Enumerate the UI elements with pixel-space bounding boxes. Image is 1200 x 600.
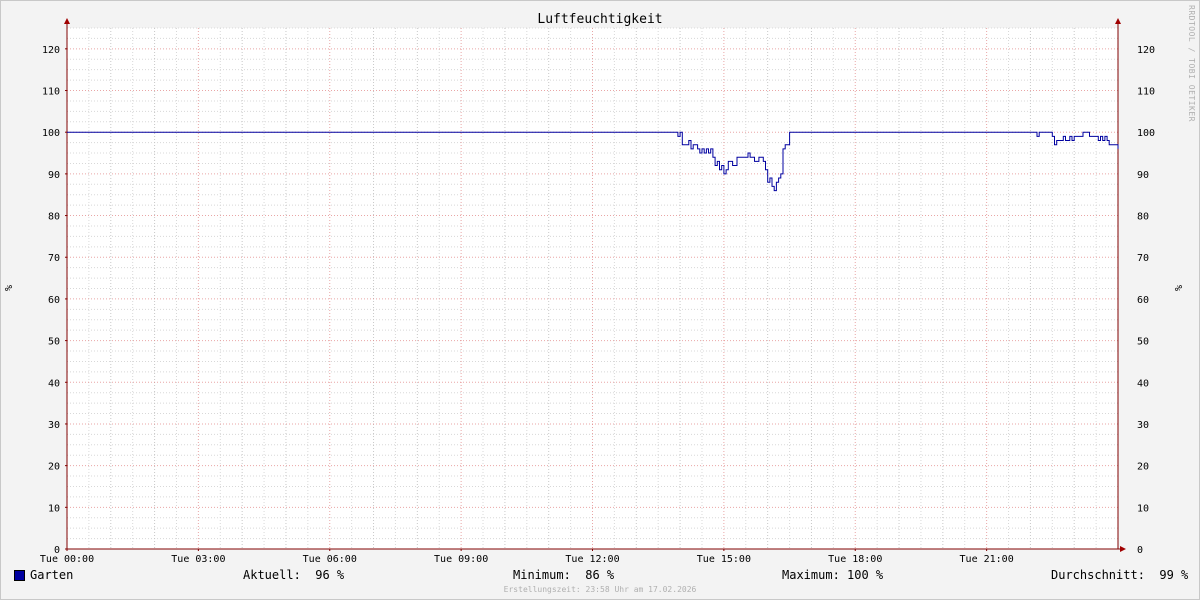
y-axis-label-right: % [1174,285,1185,291]
y-tick-label-left: 40 [48,378,60,389]
y-tick-label-left: 110 [42,87,60,98]
legend-series-name: Garten [30,568,74,582]
y-tick-label-right: 30 [1137,420,1149,431]
y-tick-label-right: 90 [1137,170,1149,181]
y-tick-label-left: 60 [48,295,60,306]
x-axis-arrow [1120,546,1126,552]
y-tick-label-left: 10 [48,503,60,514]
x-tick-label: Tue 00:00 [40,554,94,565]
x-tick-label: Tue 03:00 [171,554,225,565]
y-tick-label-left: 80 [48,212,60,223]
y-tick-label-right: 50 [1137,337,1149,348]
y-tick-label-left: 90 [48,170,60,181]
y-tick-label-right: 60 [1137,295,1149,306]
humidity-chart: 0 010 1020 2030 3040 4050 5060 6070 7080 8090 9010… [4,12,1185,565]
y-tick-label-right: 40 [1137,378,1149,389]
x-tick-label: Tue 15:00 [697,554,751,565]
y-tick-label-right: 10 [1137,503,1149,514]
creation-timestamp: Erstellungszeit: 23:58 Uhr am 17.02.2026 [503,585,697,594]
legend-maximum: Maximum: 100 % [782,568,884,582]
y-tick-label-left: 120 [42,45,60,56]
x-tick-label: Tue 09:00 [434,554,488,565]
y-tick-label-right: 80 [1137,212,1149,223]
y-tick-label-right: 70 [1137,253,1149,264]
y-tick-label-right: 100 [1137,128,1155,139]
y-axis-right-arrow [1115,18,1121,24]
legend-minimum: Minimum: 86 % [513,568,615,582]
rrdtool-watermark: RRDTOOL / TOBI OETIKER [1187,5,1196,122]
y-tick-label-left: 20 [48,462,60,473]
x-tick-label: Tue 21:00 [960,554,1014,565]
x-tick-label: Tue 18:00 [828,554,882,565]
y-tick-label-right: 0 [1137,545,1143,556]
x-tick-label: Tue 12:00 [565,554,619,565]
y-tick-label-left: 50 [48,337,60,348]
legend-aktuell: Aktuell: 96 % [243,568,345,582]
y-tick-label-left: 100 [42,128,60,139]
y-axis-label-left: % [4,285,15,291]
y-tick-label-left: 70 [48,253,60,264]
legend-durchschnitt: Durchschnitt: 99 % [1051,568,1189,582]
y-tick-label-left: 30 [48,420,60,431]
legend-swatch-garten [14,570,25,581]
y-tick-label-right: 110 [1137,87,1155,98]
y-axis-left-arrow [64,18,70,24]
chart-title: Luftfeuchtigkeit [537,12,662,27]
y-tick-label-right: 120 [1137,45,1155,56]
x-tick-label: Tue 06:00 [303,554,357,565]
y-tick-label-right: 20 [1137,462,1149,473]
